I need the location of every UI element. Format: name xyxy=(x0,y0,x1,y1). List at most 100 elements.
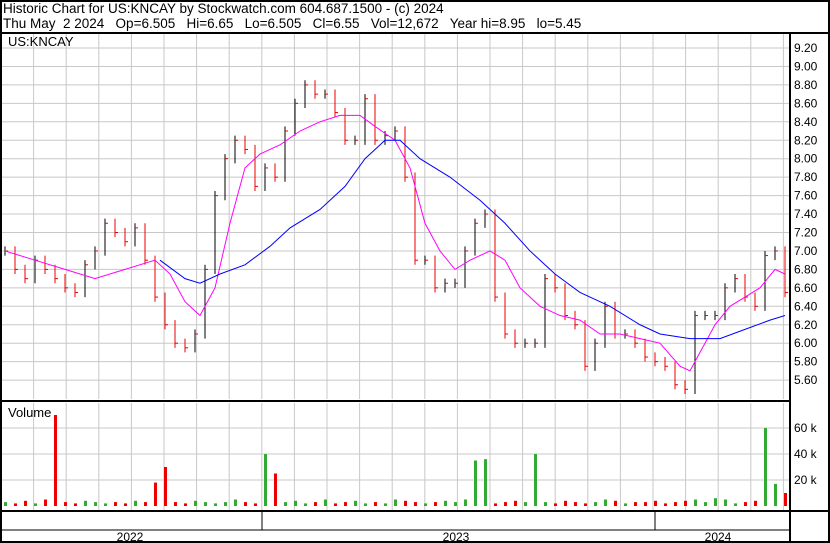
volume-bar xyxy=(744,502,747,506)
volume-bar xyxy=(344,502,347,506)
volume-bar xyxy=(334,503,337,506)
volume-bar xyxy=(684,500,687,506)
volume-bar xyxy=(294,500,297,506)
volume-bar xyxy=(374,502,377,506)
volume-bar xyxy=(784,493,787,506)
volume-bar xyxy=(164,467,167,506)
volume-bar xyxy=(444,500,447,506)
price-tick-label: 6.20 xyxy=(794,318,818,332)
volume-bar xyxy=(214,503,217,506)
volume-bar xyxy=(134,500,137,506)
volume-bar xyxy=(554,503,557,506)
volume-bar xyxy=(24,500,27,506)
price-tick-label: 8.00 xyxy=(794,152,818,166)
volume-bar xyxy=(4,502,7,506)
volume-bar xyxy=(104,503,107,506)
volume-bar xyxy=(114,502,117,506)
volume-bar xyxy=(144,502,147,506)
year-label: 2023 xyxy=(443,530,470,543)
volume-bar xyxy=(234,499,237,506)
volume-bar xyxy=(314,502,317,506)
stock-chart: Historic Chart for US:KNCAY by Stockwatc… xyxy=(0,0,830,543)
volume-bar xyxy=(174,502,177,506)
price-tick-label: 7.80 xyxy=(794,170,818,184)
volume-bar xyxy=(664,503,667,506)
volume-bar xyxy=(44,499,47,506)
volume-bar xyxy=(384,503,387,506)
volume-bar xyxy=(94,502,97,506)
volume-bar xyxy=(124,503,127,506)
volume-bar xyxy=(454,502,457,506)
volume-bar xyxy=(264,454,267,506)
volume-bar xyxy=(564,500,567,506)
volume-bar xyxy=(304,503,307,506)
volume-bar xyxy=(634,502,637,506)
volume-bar xyxy=(64,502,67,506)
volume-bar xyxy=(694,499,697,506)
volume-bar xyxy=(764,428,767,506)
price-tick-label: 6.80 xyxy=(794,262,818,276)
volume-tick-label: 20 k xyxy=(794,473,818,487)
volume-bar xyxy=(604,499,607,506)
volume-bar xyxy=(244,502,247,506)
volume-bar xyxy=(474,460,477,506)
volume-bar xyxy=(644,502,647,506)
volume-bar xyxy=(594,502,597,506)
price-tick-label: 6.40 xyxy=(794,299,818,313)
chart-svg: 9.20 9.00 8.80 8.60 8.40 8.20 8.00 7.80 7.60 7.40… xyxy=(0,0,830,543)
price-tick-label: 8.40 xyxy=(794,115,818,129)
volume-bar xyxy=(254,503,257,506)
volume-bar xyxy=(544,502,547,506)
volume-bar xyxy=(284,502,287,506)
volume-bar xyxy=(614,500,617,506)
volume-bar xyxy=(34,503,37,506)
volume-bar xyxy=(434,502,437,506)
volume-bar xyxy=(394,499,397,506)
volume-bar xyxy=(704,502,707,506)
volume-bar xyxy=(484,459,487,506)
symbol-label: US:KNCAY xyxy=(8,34,74,49)
volume-bar xyxy=(424,503,427,506)
price-tick-label: 9.00 xyxy=(794,59,818,73)
volume-bar xyxy=(414,502,417,506)
price-tick-label: 7.60 xyxy=(794,189,818,203)
volume-bar xyxy=(404,500,407,506)
price-tick-label: 7.20 xyxy=(794,226,818,240)
volume-tick-label: 40 k xyxy=(794,447,818,461)
volume-bar xyxy=(184,503,187,506)
price-tick-label: 7.00 xyxy=(794,244,818,258)
volume-bar xyxy=(654,500,657,506)
moving-average-line xyxy=(159,139,786,340)
volume-bar xyxy=(274,473,277,506)
price-tick-label: 5.80 xyxy=(794,355,818,369)
volume-bar xyxy=(514,500,517,506)
volume-bar xyxy=(574,502,577,506)
price-tick-label: 6.00 xyxy=(794,336,818,350)
volume-bar xyxy=(774,483,777,506)
moving-average-line xyxy=(4,114,786,372)
volume-bar xyxy=(74,503,77,506)
volume-bar xyxy=(674,502,677,506)
price-tick-label: 8.80 xyxy=(794,78,818,92)
volume-bar xyxy=(224,502,227,506)
volume-tick-label: 60 k xyxy=(794,421,818,435)
volume-bar xyxy=(54,415,57,506)
volume-label: Volume xyxy=(8,405,51,420)
volume-bar xyxy=(534,454,537,506)
volume-bar xyxy=(14,503,17,506)
volume-panel xyxy=(0,403,789,511)
price-tick-label: 7.40 xyxy=(794,207,818,221)
volume-bar xyxy=(324,499,327,506)
volume-bar xyxy=(494,503,497,506)
volume-bar xyxy=(584,503,587,506)
volume-bar xyxy=(714,498,717,506)
volume-bar xyxy=(364,503,367,506)
price-tick-label: 5.60 xyxy=(794,373,818,387)
volume-bar xyxy=(194,500,197,506)
year-label: 2022 xyxy=(117,530,144,543)
price-tick-label: 6.60 xyxy=(794,281,818,295)
frame xyxy=(0,0,830,543)
volume-bar xyxy=(734,503,737,506)
volume-bar xyxy=(154,482,157,506)
volume-bar xyxy=(354,500,357,506)
